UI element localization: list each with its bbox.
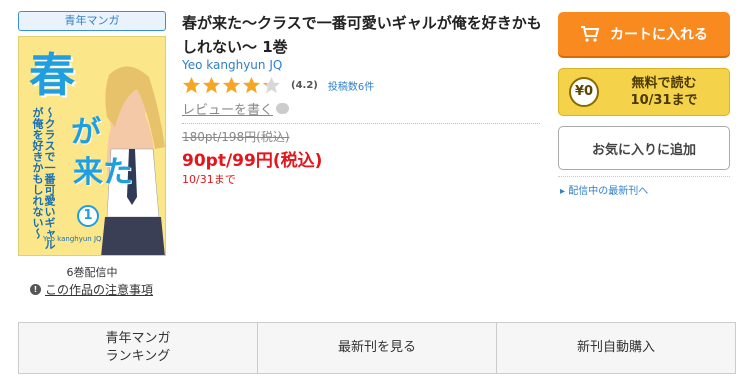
notice-label[interactable]: この作品の注意事項 bbox=[45, 281, 153, 298]
review-count-link[interactable]: 投稿数6件 bbox=[328, 78, 374, 93]
divider bbox=[558, 176, 730, 177]
write-review-label[interactable]: レビューを書く bbox=[182, 99, 273, 118]
tab-latest-volume[interactable]: 最新刊を見る bbox=[258, 323, 497, 373]
sale-price: 90pt/99円(税込) bbox=[182, 151, 323, 171]
cover-subtitle: 〜クラスで一番可愛いギャルが俺を好きかもしれない〜 bbox=[31, 107, 56, 250]
read-free-label: 無料で読む bbox=[631, 76, 697, 91]
cart-icon bbox=[581, 26, 600, 42]
issued-count: 6巻配信中 bbox=[66, 266, 118, 279]
yen-zero-icon: ¥0 bbox=[569, 77, 599, 107]
notice-link[interactable]: ! この作品の注意事項 bbox=[30, 281, 153, 298]
add-to-cart-label: カートに入れる bbox=[610, 26, 708, 42]
latest-volume-link[interactable]: ▸ 配信中の最新刊へ bbox=[560, 182, 648, 197]
cover-volume: 1 bbox=[77, 205, 99, 227]
cover-title-main: 春 bbox=[29, 48, 75, 102]
tab-latest-volume-label: 最新刊を見る bbox=[337, 340, 416, 355]
bottom-tabs: 青年マンガ ランキング 最新刊を見る 新刊自動購入 bbox=[18, 322, 736, 374]
cover-author: Yeo kanghyun JQ bbox=[43, 235, 102, 243]
genre-badge[interactable]: 青年マンガ bbox=[18, 11, 166, 31]
tab-auto-purchase-label: 新刊自動購入 bbox=[576, 340, 655, 355]
sale-deadline: 10/31まで bbox=[182, 173, 236, 186]
read-free-deadline: 10/31まで bbox=[630, 93, 698, 108]
star-icon bbox=[242, 76, 261, 94]
rating: (4.2) 投稿数6件 bbox=[182, 76, 374, 95]
star-icon bbox=[202, 76, 221, 94]
write-review-link[interactable]: レビューを書く bbox=[182, 99, 290, 118]
star-icon bbox=[262, 76, 281, 94]
original-price: 180pt/198円(税込) bbox=[182, 130, 290, 144]
speech-bubble-icon bbox=[276, 103, 290, 114]
cover-title-ga: が bbox=[71, 115, 101, 150]
tab-auto-purchase[interactable]: 新刊自動購入 bbox=[497, 323, 735, 373]
star-icon bbox=[222, 76, 241, 94]
rating-score: (4.2) bbox=[291, 80, 318, 91]
divider bbox=[182, 123, 540, 124]
star-rating bbox=[182, 76, 281, 95]
tab-genre-ranking-label: 青年マンガ ランキング bbox=[105, 331, 171, 364]
book-title: 春が来た〜クラスで一番可愛いギャルが俺を好きかもしれない〜 1巻 bbox=[182, 14, 542, 56]
add-to-cart-button[interactable]: カートに入れる bbox=[558, 12, 730, 56]
info-icon: ! bbox=[30, 284, 41, 295]
add-to-favorites-button[interactable]: お気に入りに追加 bbox=[558, 126, 730, 170]
read-free-button[interactable]: ¥0 無料で読む 10/31まで bbox=[558, 68, 730, 116]
star-icon bbox=[182, 76, 201, 94]
read-free-text: 無料で読む 10/31まで bbox=[599, 75, 729, 109]
author-link[interactable]: Yeo kanghyun JQ bbox=[182, 58, 282, 72]
book-cover[interactable]: 春 が 来た 〜クラスで一番可愛いギャルが俺を好きかもしれない〜 1 Yeo k… bbox=[18, 36, 166, 256]
tab-genre-ranking[interactable]: 青年マンガ ランキング bbox=[19, 323, 258, 373]
cover-title-kita: 来た bbox=[73, 155, 133, 190]
